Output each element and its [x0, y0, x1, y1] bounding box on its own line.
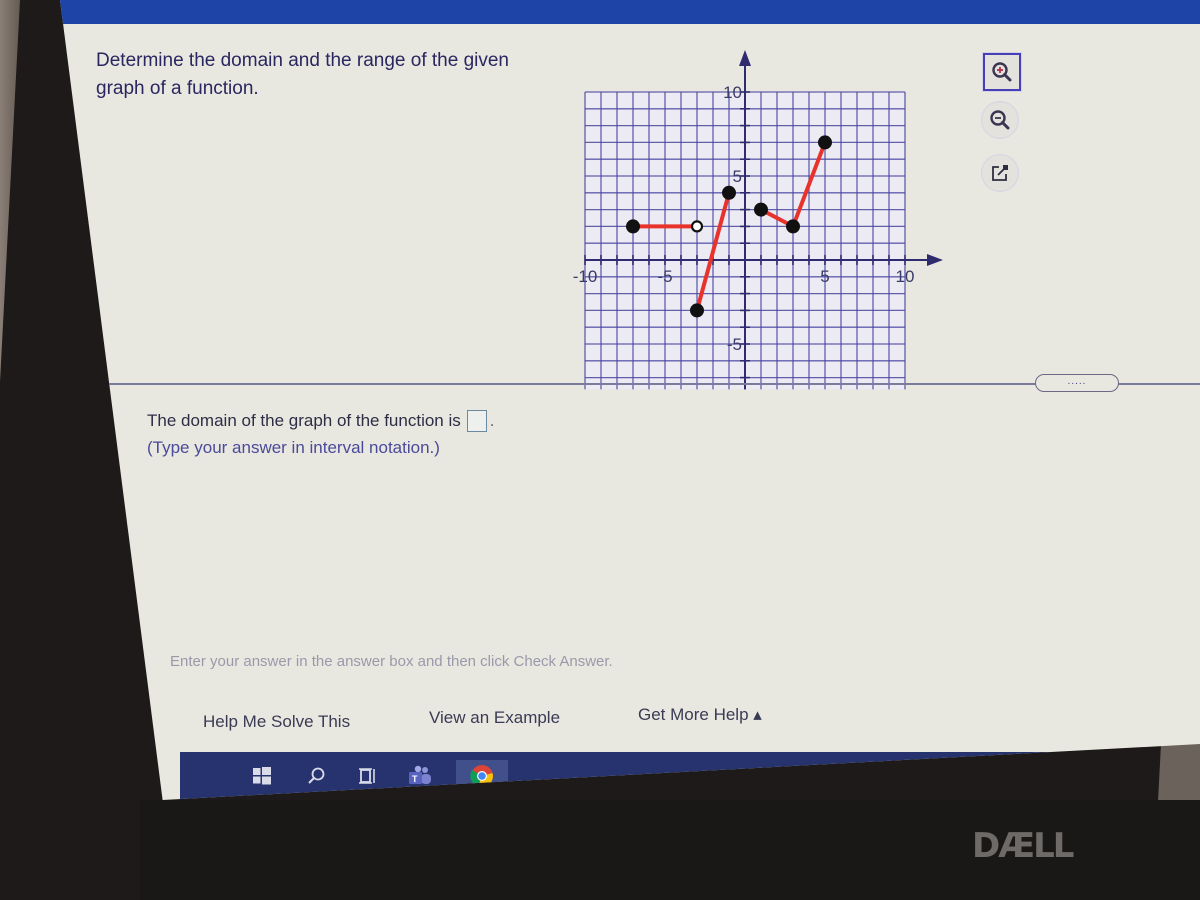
pop-out-button[interactable]	[982, 155, 1018, 191]
open-endpoint	[690, 220, 704, 233]
task-view-icon	[359, 768, 375, 784]
domain-question: The domain of the graph of the function …	[147, 410, 495, 432]
closed-endpoint	[722, 185, 736, 200]
brand-logo: DÆLL	[972, 826, 1074, 866]
answer-hint: (Type your answer in interval notation.)	[147, 438, 440, 457]
x-tick-label: -10	[573, 267, 598, 286]
help-me-solve-button[interactable]: Help Me Solve This	[203, 712, 350, 732]
closed-endpoint	[626, 219, 640, 234]
taskbar-search-button[interactable]	[298, 760, 334, 792]
zoom-out-button[interactable]	[982, 102, 1018, 138]
view-example-button[interactable]: View an Example	[429, 708, 560, 728]
y-tick-label: 5	[733, 167, 742, 186]
svg-text:T: T	[412, 774, 418, 784]
domain-answer-input[interactable]	[466, 410, 487, 432]
start-button[interactable]	[244, 760, 280, 792]
domain-prompt: The domain of the graph of the function …	[147, 411, 461, 430]
task-view-button[interactable]	[350, 760, 386, 792]
x-tick-label: 10	[896, 267, 915, 286]
y-axis-arrow	[739, 50, 751, 66]
get-more-help-button[interactable]: Get More Help ▴	[638, 705, 762, 725]
closed-endpoint	[818, 135, 832, 150]
x-tick-label: -5	[657, 267, 672, 286]
windows-logo-icon	[253, 767, 271, 785]
closed-endpoint	[786, 219, 800, 234]
screen: Determine the domain and the range of th…	[60, 0, 1200, 800]
zoom-in-button[interactable]	[983, 53, 1021, 91]
y-tick-label: 10	[723, 83, 742, 102]
y-tick-label: -5	[727, 335, 742, 354]
external-window-icon	[992, 165, 1008, 181]
teams-icon: T	[409, 765, 431, 784]
instruction-text: Enter your answer in the answer box and …	[170, 653, 613, 670]
closed-endpoint	[690, 303, 704, 318]
top-bar	[60, 0, 1200, 24]
search-icon	[308, 767, 325, 784]
answer-suffix: .	[489, 411, 495, 430]
x-axis-arrow	[927, 254, 943, 266]
zoom-in-icon	[992, 62, 1012, 82]
function-graph: -10 -5 5 10 10 5 -5	[560, 50, 943, 390]
question-text: Determine the domain and the range of th…	[96, 50, 509, 99]
expand-more-button[interactable]: .....	[1035, 374, 1119, 392]
graph-svg: -10 -5 5 10 10 5 -5	[573, 50, 943, 390]
x-tick-label: 5	[820, 267, 829, 286]
zoom-out-icon	[990, 110, 1010, 130]
closed-endpoint	[754, 202, 768, 217]
